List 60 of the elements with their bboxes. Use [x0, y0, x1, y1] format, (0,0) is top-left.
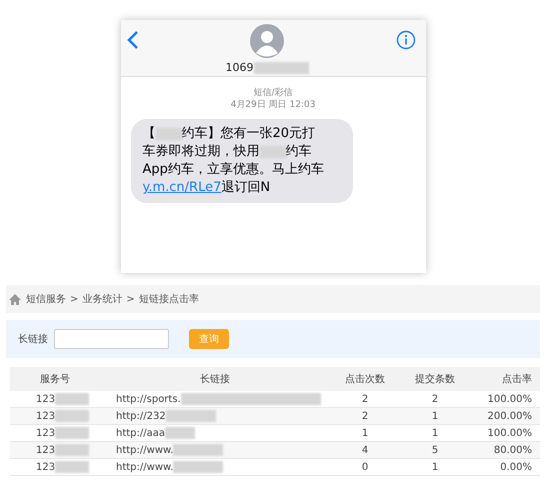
table-cell-text: 1: [360, 426, 370, 440]
breadcrumb-link[interactable]: 短信服务: [26, 292, 66, 306]
redaction-block: [55, 427, 90, 439]
message-text: 车券即将过期，快用: [142, 143, 260, 161]
breadcrumb-separator: >: [126, 292, 135, 306]
table-cell-text: http://www.: [116, 444, 174, 458]
table-cell-text: 4: [360, 444, 370, 458]
table-cell-text: 0: [360, 460, 370, 474]
table-cell-text: 0.00%: [499, 460, 533, 474]
message-text: 【: [142, 125, 156, 143]
redaction-block: [173, 461, 224, 473]
avatar-icon: [250, 24, 284, 58]
table-cell-text: 100.00%: [486, 426, 533, 440]
table-cell-text: http://sports.: [116, 392, 181, 406]
table-cell-text: 1: [430, 460, 440, 474]
table-cell-text: 123: [36, 444, 56, 458]
table-cell-text: 2: [360, 410, 370, 424]
filter-label: 长链接: [18, 332, 48, 346]
message-time: 4月29日 周日 12:03: [230, 99, 316, 111]
message-text: 约车: [286, 143, 312, 161]
message-type: 短信/彩信: [253, 87, 293, 99]
home-icon[interactable]: [8, 292, 22, 306]
column-header: 提交条数: [414, 372, 456, 386]
breadcrumb-separator: >: [70, 292, 78, 306]
redaction-block: [165, 427, 196, 439]
long-link-field[interactable]: [54, 329, 169, 349]
sender-number: 1069: [226, 60, 254, 76]
table-cell-text: 123: [36, 392, 56, 406]
redaction-block: [55, 444, 90, 456]
table-cell-text: http://aaa: [116, 426, 166, 440]
message-text: 退订回N: [221, 179, 270, 197]
column-header: 点击次数: [344, 372, 386, 386]
message-text: 约车】您有一张20元打: [182, 125, 316, 143]
column-header: 服务号: [39, 372, 71, 386]
breadcrumb-link[interactable]: 短链接点击率: [138, 292, 199, 306]
table-cell-text: 80.00%: [492, 444, 533, 458]
redaction-block: [55, 393, 90, 405]
redaction-block: [173, 444, 224, 456]
table-cell-text: 1: [430, 426, 440, 440]
table-cell-text: 200.00%: [486, 410, 533, 424]
table-cell-text: 123: [36, 460, 56, 474]
back-icon[interactable]: [126, 30, 138, 50]
table-cell-text: 5: [430, 444, 440, 458]
redaction-block: [254, 62, 308, 74]
table-cell-text: 1: [430, 410, 440, 424]
table-cell-text: http://232: [116, 410, 166, 424]
redaction-block: [55, 461, 90, 473]
table-cell-text: 100.00%: [486, 392, 533, 406]
redaction-block: [55, 410, 90, 422]
message-text: App约车，立享优惠。马上约车: [142, 161, 324, 179]
breadcrumb-link[interactable]: 业务统计: [82, 292, 122, 306]
column-header: 点击率: [501, 372, 533, 386]
column-header: 长链接: [199, 372, 231, 386]
table-cell-text: 123: [36, 426, 56, 440]
info-icon[interactable]: [396, 30, 416, 50]
table-cell-text: 2: [430, 392, 440, 406]
table-cell-text: http://www.: [116, 460, 174, 474]
table-cell-text: 2: [360, 392, 370, 406]
redaction-block: [166, 410, 216, 422]
table-cell-text: 123: [36, 410, 56, 424]
